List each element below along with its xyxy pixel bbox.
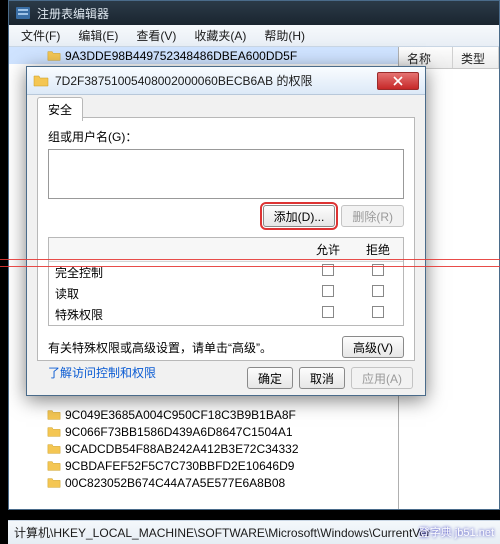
allow-checkbox[interactable] bbox=[322, 306, 334, 318]
folder-icon bbox=[47, 442, 61, 456]
annotation-line bbox=[0, 259, 500, 260]
cancel-button[interactable]: 取消 bbox=[299, 367, 345, 389]
group-users-label: 组或用户名(G)： bbox=[48, 128, 404, 145]
permissions-grid: 允许 拒绝 完全控制读取特殊权限 bbox=[48, 237, 404, 326]
statusbar-path: 计算机\HKEY_LOCAL_MACHINE\SOFTWARE\Microsof… bbox=[14, 524, 430, 541]
group-users-listbox[interactable] bbox=[48, 149, 404, 199]
close-button[interactable] bbox=[377, 72, 419, 90]
deny-checkbox[interactable] bbox=[372, 285, 384, 297]
regedit-title: 注册表编辑器 bbox=[37, 5, 109, 22]
menu-favorites[interactable]: 收藏夹(A) bbox=[186, 25, 254, 46]
regedit-titlebar[interactable]: 注册表编辑器 bbox=[9, 1, 499, 25]
apply-button[interactable]: 应用(A) bbox=[351, 367, 413, 389]
permissions-titlebar[interactable]: 7D2F38751005408002000060BECB6AB 的权限 bbox=[27, 67, 425, 95]
folder-icon bbox=[47, 476, 61, 490]
annotation-line bbox=[0, 266, 500, 267]
folder-icon bbox=[47, 425, 61, 439]
tree-item[interactable]: 9A3DDE98B449752348486DBEA600DD5F bbox=[9, 47, 398, 64]
tree-item[interactable]: 9C066F73BB1586D439A6D8647C1504A1 bbox=[9, 423, 398, 440]
permissions-title: 7D2F38751005408002000060BECB6AB 的权限 bbox=[55, 72, 377, 89]
learn-acl-link[interactable]: 了解访问控制和权限 bbox=[48, 364, 156, 381]
tab-security[interactable]: 安全 bbox=[37, 97, 83, 121]
ok-button[interactable]: 确定 bbox=[247, 367, 293, 389]
folder-icon bbox=[47, 408, 61, 422]
menu-help[interactable]: 帮助(H) bbox=[256, 25, 313, 46]
regedit-icon bbox=[15, 5, 31, 21]
permission-row: 读取 bbox=[49, 283, 403, 304]
menu-file[interactable]: 文件(F) bbox=[13, 25, 68, 46]
perm-col-deny: 拒绝 bbox=[353, 238, 403, 261]
allow-checkbox[interactable] bbox=[322, 285, 334, 297]
tree-item-label: 9CBDAFEF52F5C7C730BBFD2E10646D9 bbox=[65, 459, 294, 473]
menu-edit[interactable]: 编辑(E) bbox=[70, 25, 126, 46]
col-name[interactable]: 名称 bbox=[399, 47, 453, 68]
permissions-body: 安全 组或用户名(G)： 添加(D)... 删除(R) 允许 拒绝 完全控制读取… bbox=[27, 95, 425, 395]
permission-name: 读取 bbox=[49, 285, 303, 302]
deny-checkbox[interactable] bbox=[372, 306, 384, 318]
tree-item-label: 00C823052B674C44A7A5E577E6A8B08 bbox=[65, 476, 285, 490]
tree-item-label: 9C066F73BB1586D439A6D8647C1504A1 bbox=[65, 425, 293, 439]
col-type[interactable]: 类型 bbox=[453, 47, 499, 68]
tree-item[interactable]: 9CADCDB54F88AB242A412B3E72C34332 bbox=[9, 440, 398, 457]
tree-item[interactable]: 00C823052B674C44A7A5E577E6A8B08 bbox=[9, 474, 398, 491]
folder-icon bbox=[47, 459, 61, 473]
folder-icon bbox=[47, 49, 61, 63]
menubar: 文件(F) 编辑(E) 查看(V) 收藏夹(A) 帮助(H) bbox=[9, 25, 499, 47]
advanced-button[interactable]: 高级(V) bbox=[342, 336, 404, 358]
tree-item[interactable]: 9C049E3685A004C950CF18C3B9B1BA8F bbox=[9, 406, 398, 423]
tree-item[interactable]: 9CBDAFEF52F5C7C730BBFD2E10646D9 bbox=[9, 457, 398, 474]
advanced-hint: 有关特殊权限或高级设置，请单击“高级”。 bbox=[48, 339, 342, 356]
folder-icon bbox=[33, 73, 49, 89]
remove-button[interactable]: 删除(R) bbox=[341, 205, 404, 227]
tree-item-label: 9C049E3685A004C950CF18C3B9B1BA8F bbox=[65, 408, 296, 422]
permission-name: 特殊权限 bbox=[49, 306, 303, 323]
security-tab-panel: 组或用户名(G)： 添加(D)... 删除(R) 允许 拒绝 完全控制读取特殊权… bbox=[37, 117, 415, 361]
tree-item-label: 9A3DDE98B449752348486DBEA600DD5F bbox=[65, 49, 297, 63]
add-button[interactable]: 添加(D)... bbox=[263, 205, 336, 227]
perm-col-blank bbox=[49, 238, 303, 261]
menu-view[interactable]: 查看(V) bbox=[128, 25, 184, 46]
permissions-dialog: 7D2F38751005408002000060BECB6AB 的权限 安全 组… bbox=[26, 66, 426, 396]
perm-col-allow: 允许 bbox=[303, 238, 353, 261]
permission-row: 特殊权限 bbox=[49, 304, 403, 325]
tree-item-label: 9CADCDB54F88AB242A412B3E72C34332 bbox=[65, 442, 299, 456]
watermark: 登字典 jb51.net bbox=[419, 524, 494, 540]
